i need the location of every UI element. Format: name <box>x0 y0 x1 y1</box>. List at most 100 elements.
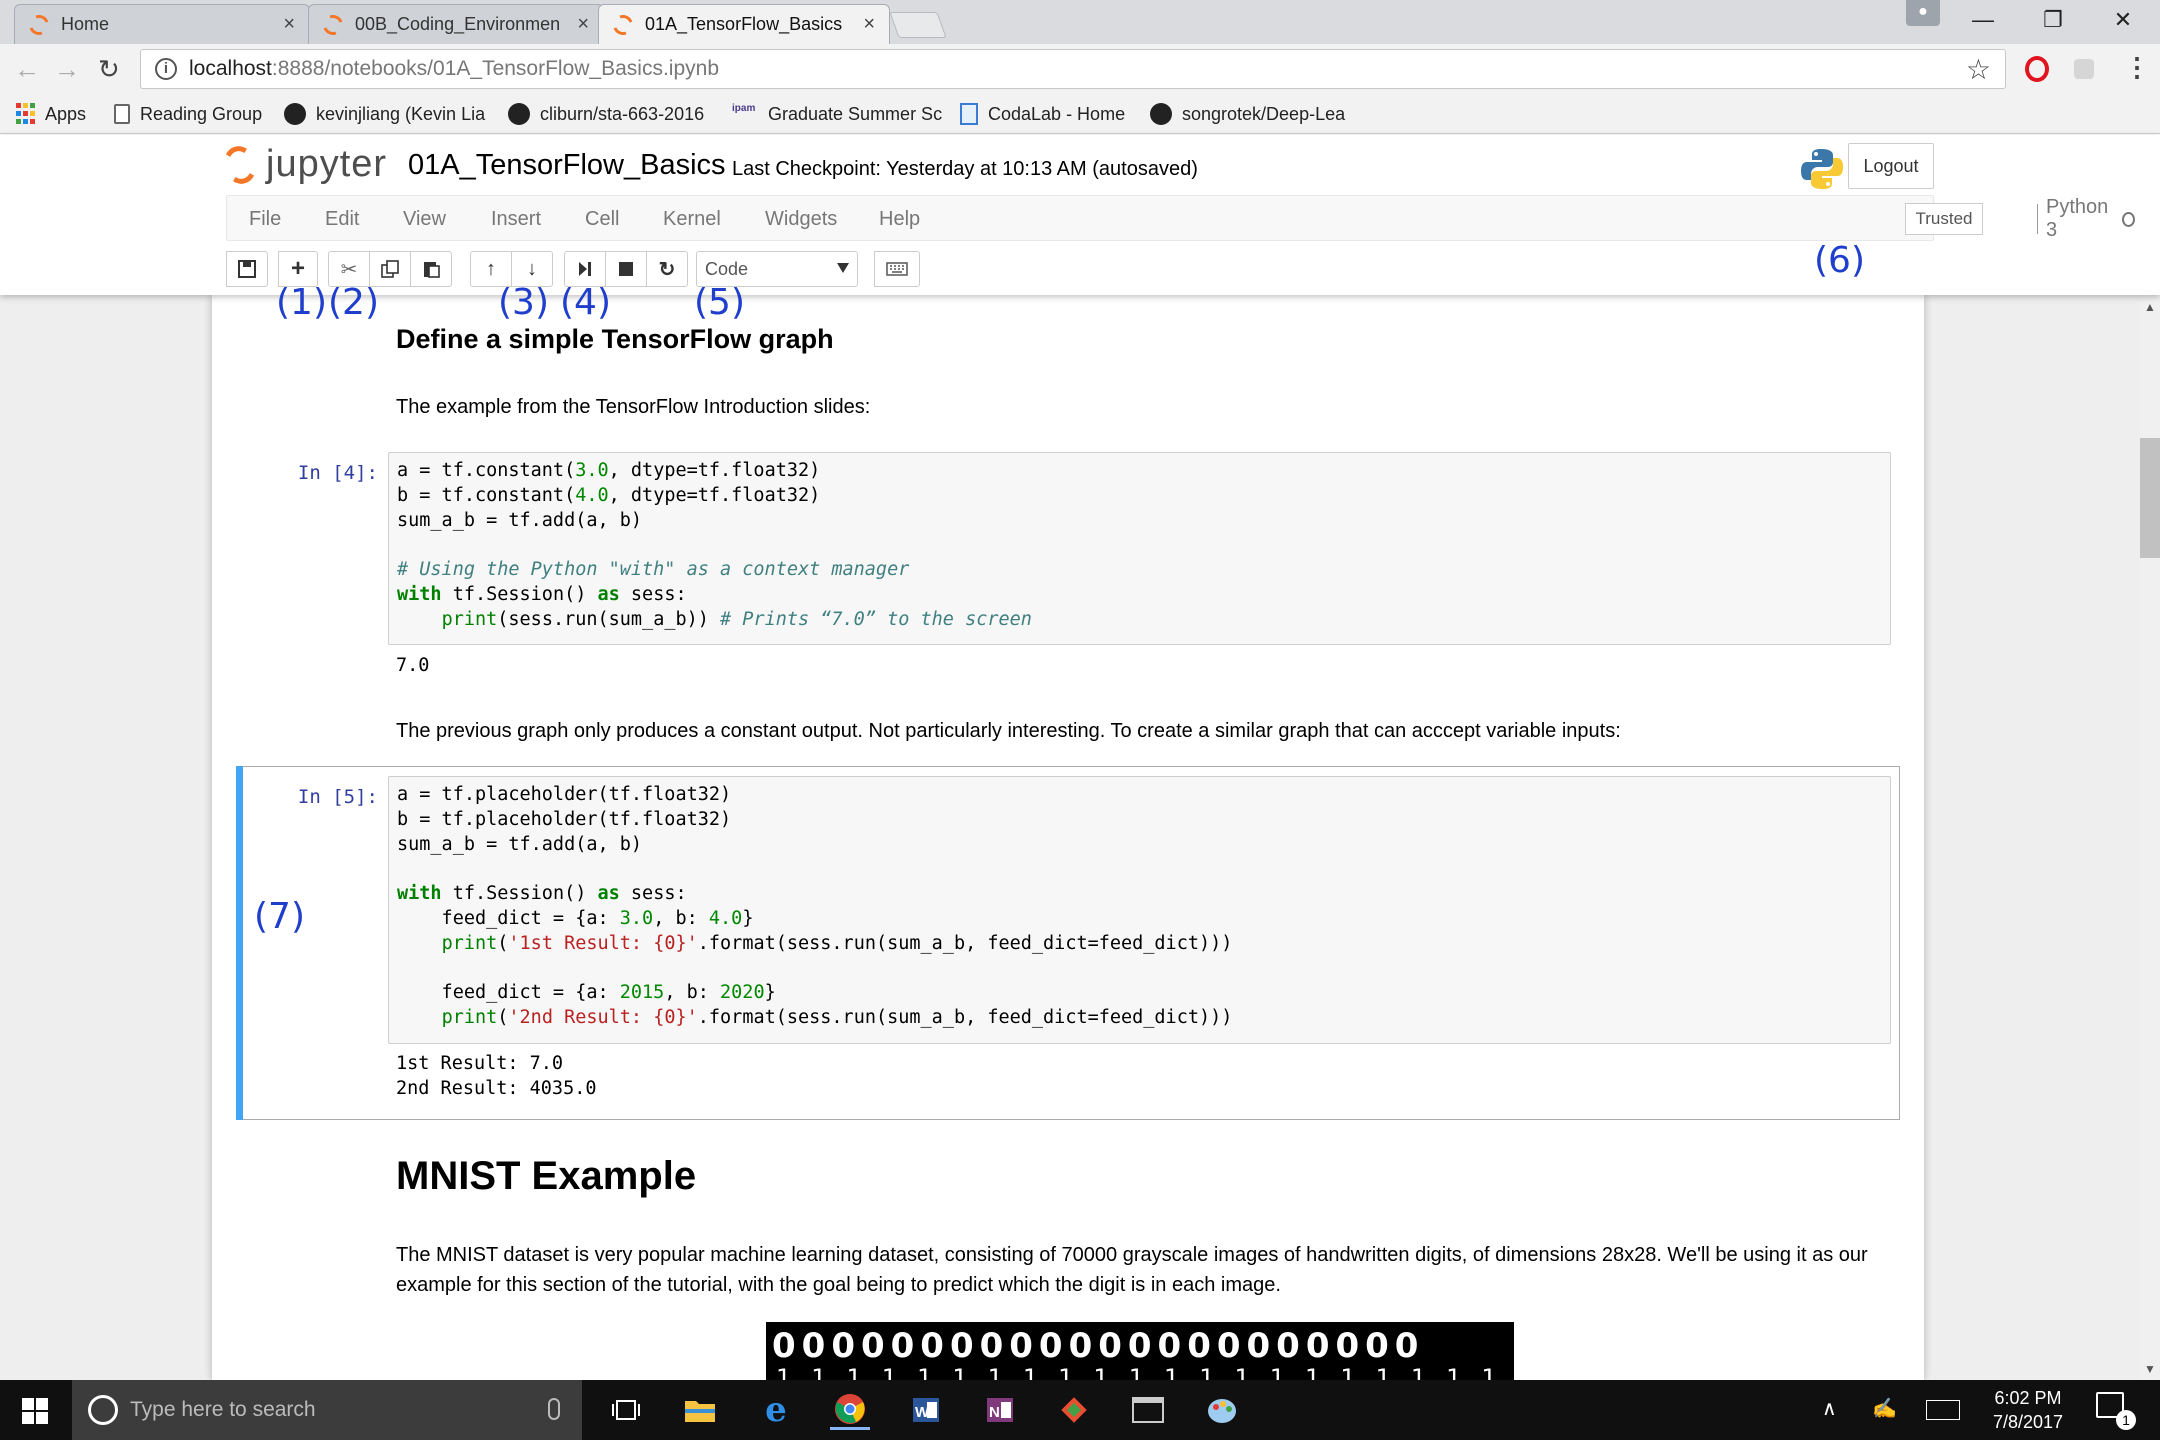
svg-text:N: N <box>989 1404 1000 1421</box>
menu-kernel[interactable]: Kernel <box>663 208 721 231</box>
taskbar-search-box[interactable]: Type here to search <box>72 1380 582 1440</box>
microphone-icon[interactable] <box>548 1398 560 1420</box>
bookmark-graduate-summer[interactable]: ipam Graduate Summer Sc <box>732 100 942 128</box>
jupyter-logo[interactable]: jupyter <box>219 142 388 187</box>
menu-edit[interactable]: Edit <box>325 208 359 231</box>
interrupt-button[interactable] <box>605 251 647 287</box>
annotation-label: (3) <box>498 282 549 323</box>
tab-tensorflow-basics[interactable]: 01A_TensorFlow_Basics × <box>598 4 890 44</box>
onenote-icon[interactable]: N <box>980 1390 1020 1430</box>
bookmark-label: kevinjliang (Kevin Lia <box>316 103 486 124</box>
markdown-heading: MNIST Example <box>396 1154 697 1198</box>
paste-icon <box>424 262 440 278</box>
back-icon[interactable]: ← <box>14 54 40 85</box>
notification-count-badge: 1 <box>2116 1410 2136 1430</box>
browser-tab-strip: Home × 00B_Coding_Environmen × 01A_Tenso… <box>0 0 2160 44</box>
scroll-down-icon[interactable]: ▼ <box>2144 1362 2156 1376</box>
notebook-name[interactable]: 01A_TensorFlow_Basics <box>408 149 726 182</box>
tab-title: 01A_TensorFlow_Basics <box>645 14 843 34</box>
cell-prompt: In [5]: <box>297 786 378 808</box>
paste-button[interactable] <box>410 251 452 287</box>
task-view-icon[interactable] <box>606 1390 646 1430</box>
search-placeholder: Type here to search <box>130 1398 316 1421</box>
save-button[interactable] <box>226 251 268 287</box>
github-icon <box>1150 103 1172 125</box>
git-icon[interactable] <box>1054 1390 1094 1430</box>
close-window-button[interactable]: ✕ <box>2088 0 2158 40</box>
menu-widgets[interactable]: Widgets <box>765 208 837 231</box>
windows-start-icon[interactable] <box>22 1398 48 1424</box>
mnist-sample-image: 0000000000000000000000 11111111111111111… <box>766 1322 1514 1382</box>
menu-insert[interactable]: Insert <box>491 208 541 231</box>
bookmark-label: songrotek/Deep-Lea <box>1182 103 1346 124</box>
bookmark-label: Reading Group <box>140 103 263 124</box>
bookmark-kevinjliang[interactable]: kevinjliang (Kevin Lia <box>284 100 485 128</box>
opera-extension-icon[interactable] <box>2025 56 2049 82</box>
new-tab-button[interactable] <box>889 12 947 38</box>
github-icon <box>508 103 530 125</box>
menu-file[interactable]: File <box>249 208 281 231</box>
jupyter-logo-text: jupyter <box>266 143 388 185</box>
github-icon <box>284 103 306 125</box>
paint-icon[interactable] <box>1202 1390 1242 1430</box>
minimize-button[interactable]: — <box>1948 0 2018 40</box>
code-cell-input[interactable]: a = tf.constant(3.0, dtype=tf.float32) b… <box>388 452 1891 645</box>
kernel-idle-icon <box>2122 211 2136 227</box>
tab-close-icon[interactable]: × <box>577 13 589 36</box>
scroll-up-icon[interactable]: ▲ <box>2144 300 2156 314</box>
cell-output: 7.0 <box>396 655 430 676</box>
bookmark-codalab[interactable]: CodaLab - Home <box>960 100 1125 128</box>
jupyter-menubar: File Edit View Insert Cell Kernel Widget… <box>226 195 2136 241</box>
run-icon <box>579 262 591 276</box>
bookmark-star-icon[interactable]: ☆ <box>1966 53 1991 86</box>
show-hidden-icons-icon[interactable]: ∧ <box>1822 1396 1837 1421</box>
tab-home[interactable]: Home × <box>14 4 310 44</box>
codalab-icon <box>960 103 978 125</box>
file-explorer-icon[interactable] <box>680 1390 720 1430</box>
menu-cell[interactable]: Cell <box>585 208 619 231</box>
tab-coding-environment[interactable]: 00B_Coding_Environmen × <box>308 4 604 44</box>
info-icon[interactable]: i <box>155 58 177 80</box>
tab-close-icon[interactable]: × <box>283 13 295 36</box>
page-icon <box>114 104 130 124</box>
menu-view[interactable]: View <box>403 208 446 231</box>
touch-keyboard-icon[interactable] <box>1926 1400 1960 1420</box>
forward-icon[interactable]: → <box>54 54 80 85</box>
bookmark-label: CodaLab - Home <box>988 103 1126 124</box>
url-path: :8888/notebooks/01A_TensorFlow_Basics.ip… <box>271 57 720 80</box>
chrome-icon[interactable] <box>830 1390 870 1430</box>
address-bar[interactable]: i localhost:8888/notebooks/01A_TensorFlo… <box>140 49 2006 89</box>
cut-icon: ✂ <box>340 258 358 281</box>
profile-icon[interactable]: ● <box>1906 0 1940 26</box>
arrow-up-icon: ↑ <box>486 257 496 280</box>
word-icon[interactable]: W <box>906 1390 946 1430</box>
bookmark-songrotek[interactable]: songrotek/Deep-Lea <box>1150 100 1345 128</box>
markdown-text: The previous graph only produces a const… <box>396 720 1621 742</box>
reload-icon[interactable]: ↻ <box>98 54 120 85</box>
jupyter-favicon-icon <box>319 11 347 38</box>
svg-text:W: W <box>915 1404 930 1421</box>
scrollbar-thumb[interactable] <box>2140 438 2160 558</box>
terminal-icon[interactable] <box>1128 1390 1168 1430</box>
system-clock[interactable]: 6:02 PM 7/8/2017 <box>1968 1386 2088 1434</box>
bookmark-apps[interactable]: Apps <box>16 100 86 128</box>
tab-title: 00B_Coding_Environmen <box>355 14 561 34</box>
menu-help[interactable]: Help <box>879 208 920 231</box>
pen-workspace-icon[interactable]: ✍ <box>1872 1396 1897 1421</box>
bookmark-reading-group[interactable]: Reading Group <box>114 100 262 128</box>
bookmark-cliburn[interactable]: cliburn/sta-663-2016 <box>508 100 704 128</box>
kernel-indicator[interactable]: Python 3 <box>2037 196 2136 241</box>
extension-icon[interactable] <box>2074 59 2094 79</box>
browser-menu-icon[interactable]: ⋮ <box>2124 52 2150 83</box>
restart-button[interactable]: ↻ <box>646 251 688 287</box>
command-palette-button[interactable] <box>874 251 920 287</box>
trusted-indicator[interactable]: Trusted <box>1905 203 1983 235</box>
logout-button[interactable]: Logout <box>1848 143 1934 189</box>
bookmark-label: Graduate Summer Sc <box>768 103 943 124</box>
annotation-label: (1) <box>276 282 327 323</box>
code-cell-input[interactable]: a = tf.placeholder(tf.float32) b = tf.pl… <box>388 776 1891 1044</box>
windows-taskbar: Type here to search e W N ∧ ✍ 6:02 PM 7/… <box>0 1380 2160 1440</box>
tab-close-icon[interactable]: × <box>863 13 875 36</box>
edge-icon[interactable]: e <box>756 1390 796 1430</box>
restore-button[interactable]: ❐ <box>2018 0 2088 40</box>
